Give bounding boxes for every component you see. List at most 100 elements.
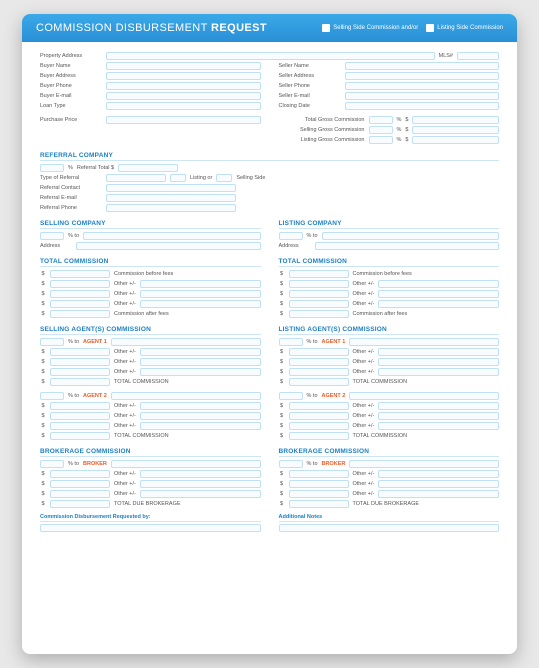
- tc-o3-r[interactable]: [289, 300, 349, 308]
- sa1-name[interactable]: [111, 338, 261, 346]
- buyer-phone-input[interactable]: [106, 82, 261, 90]
- tc-o2-r[interactable]: [289, 290, 349, 298]
- selling-gross-pct[interactable]: [369, 126, 393, 134]
- br-o2d[interactable]: [378, 480, 499, 488]
- la2-o2[interactable]: [289, 412, 349, 420]
- tc-before-r[interactable]: [289, 270, 349, 278]
- sa1-o1d[interactable]: [140, 348, 261, 356]
- listing-co-addr[interactable]: [315, 242, 500, 250]
- bl-o1d[interactable]: [140, 470, 261, 478]
- bl-o3d[interactable]: [140, 490, 261, 498]
- bl-tot[interactable]: [50, 500, 110, 508]
- la2-o1[interactable]: [289, 402, 349, 410]
- br-o3d[interactable]: [378, 490, 499, 498]
- tc-before-l[interactable]: [50, 270, 110, 278]
- bl-o3[interactable]: [50, 490, 110, 498]
- notes-input[interactable]: [279, 524, 500, 532]
- purchase-price-input[interactable]: [106, 116, 261, 124]
- check-listing-side[interactable]: Listing Side Commission: [426, 24, 503, 32]
- referral-total-input[interactable]: [118, 164, 178, 172]
- la1-o1[interactable]: [289, 348, 349, 356]
- bl-pct[interactable]: [40, 460, 64, 468]
- tc-after-l[interactable]: [50, 310, 110, 318]
- la1-tot[interactable]: [289, 378, 349, 386]
- seller-address-input[interactable]: [345, 72, 500, 80]
- la2-o1d[interactable]: [378, 402, 499, 410]
- referral-type-input[interactable]: [106, 174, 166, 182]
- sa2-pct[interactable]: [40, 392, 64, 400]
- bl-o1[interactable]: [50, 470, 110, 478]
- br-o1[interactable]: [289, 470, 349, 478]
- sa1-o3[interactable]: [50, 368, 110, 376]
- referral-pct-input[interactable]: [40, 164, 64, 172]
- sa1-o2d[interactable]: [140, 358, 261, 366]
- sa2-o2[interactable]: [50, 412, 110, 420]
- referral-contact-input[interactable]: [106, 184, 236, 192]
- la2-name[interactable]: [349, 392, 499, 400]
- br-o3[interactable]: [289, 490, 349, 498]
- loan-type-input[interactable]: [106, 102, 261, 110]
- tc-o1-r[interactable]: [289, 280, 349, 288]
- la2-pct[interactable]: [279, 392, 303, 400]
- sa1-o1[interactable]: [50, 348, 110, 356]
- la1-o1d[interactable]: [378, 348, 499, 356]
- sa2-o1d[interactable]: [140, 402, 261, 410]
- sa2-o1[interactable]: [50, 402, 110, 410]
- sa1-o3d[interactable]: [140, 368, 261, 376]
- sa1-tot[interactable]: [50, 378, 110, 386]
- la1-name[interactable]: [349, 338, 499, 346]
- br-o1d[interactable]: [378, 470, 499, 478]
- closing-date-input[interactable]: [345, 102, 500, 110]
- requested-by-input[interactable]: [40, 524, 261, 532]
- seller-phone-input[interactable]: [345, 82, 500, 90]
- selling-co-name[interactable]: [83, 232, 260, 240]
- tc-o3-l[interactable]: [50, 300, 110, 308]
- sa1-pct[interactable]: [40, 338, 64, 346]
- sa2-o2d[interactable]: [140, 412, 261, 420]
- la2-o3d[interactable]: [378, 422, 499, 430]
- buyer-name-input[interactable]: [106, 62, 261, 70]
- br-o2[interactable]: [289, 480, 349, 488]
- bl-o2d[interactable]: [140, 480, 261, 488]
- referral-email-input[interactable]: [106, 194, 236, 202]
- check-selling-side[interactable]: Selling Side Commission and/or: [322, 24, 418, 32]
- la1-o3d[interactable]: [378, 368, 499, 376]
- seller-name-input[interactable]: [345, 62, 500, 70]
- selling-gross-amt[interactable]: [412, 126, 499, 134]
- listing-gross-amt[interactable]: [412, 136, 499, 144]
- tc-o2d-r[interactable]: [378, 290, 499, 298]
- la2-o2d[interactable]: [378, 412, 499, 420]
- br-name[interactable]: [349, 460, 499, 468]
- property-address-input[interactable]: [106, 52, 435, 60]
- selling-co-pct[interactable]: [40, 232, 64, 240]
- tc-o3d-l[interactable]: [140, 300, 261, 308]
- selling-co-addr[interactable]: [76, 242, 261, 250]
- sa2-name[interactable]: [111, 392, 261, 400]
- tc-o1d-r[interactable]: [378, 280, 499, 288]
- mls-input[interactable]: [457, 52, 499, 60]
- tc-after-r[interactable]: [289, 310, 349, 318]
- total-gross-pct[interactable]: [369, 116, 393, 124]
- br-tot[interactable]: [289, 500, 349, 508]
- listing-co-name[interactable]: [322, 232, 499, 240]
- tc-o2-l[interactable]: [50, 290, 110, 298]
- referral-phone-input[interactable]: [106, 204, 236, 212]
- la2-tot[interactable]: [289, 432, 349, 440]
- bl-o2[interactable]: [50, 480, 110, 488]
- total-gross-amt[interactable]: [412, 116, 499, 124]
- tc-o3d-r[interactable]: [378, 300, 499, 308]
- sa1-o2[interactable]: [50, 358, 110, 366]
- tc-o1-l[interactable]: [50, 280, 110, 288]
- la2-o3[interactable]: [289, 422, 349, 430]
- referral-listing-check[interactable]: [170, 174, 186, 182]
- sa2-o3[interactable]: [50, 422, 110, 430]
- la1-o2[interactable]: [289, 358, 349, 366]
- sa2-o3d[interactable]: [140, 422, 261, 430]
- la1-pct[interactable]: [279, 338, 303, 346]
- buyer-email-input[interactable]: [106, 92, 261, 100]
- la1-o3[interactable]: [289, 368, 349, 376]
- tc-o1d-l[interactable]: [140, 280, 261, 288]
- listing-gross-pct[interactable]: [369, 136, 393, 144]
- tc-o2d-l[interactable]: [140, 290, 261, 298]
- bl-name[interactable]: [111, 460, 261, 468]
